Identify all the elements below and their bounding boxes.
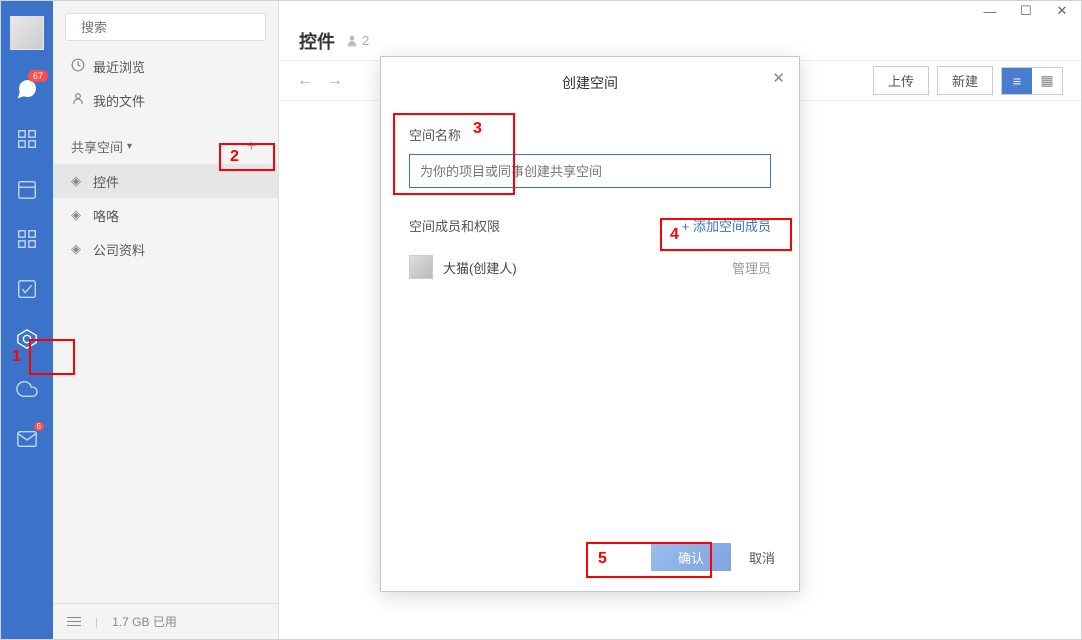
space-name-label: 空间名称 bbox=[409, 125, 771, 144]
nav-my-files[interactable]: 我的文件 bbox=[53, 83, 278, 117]
member-count[interactable]: 2 bbox=[345, 33, 369, 48]
cloud-icon[interactable] bbox=[16, 378, 38, 400]
member-role: 管理员 bbox=[732, 258, 771, 277]
upload-button[interactable]: 上传 bbox=[873, 66, 929, 95]
mail-icon[interactable]: 6 bbox=[16, 428, 38, 450]
shared-space-title: 共享空间 bbox=[71, 137, 123, 156]
confirm-button[interactable]: 确认 bbox=[651, 543, 731, 571]
member-row: 大猫(创建人) 管理员 bbox=[409, 249, 771, 285]
workbench-icon[interactable] bbox=[16, 128, 38, 150]
search-icon bbox=[74, 20, 75, 34]
create-space-dialog: 创建空间 ✕ 空间名称 空间成员和权限 + 添加空间成员 大猫(创建人) 管理员… bbox=[380, 56, 800, 592]
maximize-button[interactable]: ☐ bbox=[1019, 3, 1033, 19]
minimize-button[interactable]: — bbox=[983, 4, 997, 19]
sidebar-item-company[interactable]: ◈ 公司资料 bbox=[53, 232, 278, 266]
nav-rail: 67 6 bbox=[1, 1, 53, 639]
drive-icon[interactable] bbox=[16, 328, 38, 350]
chevron-down-icon: ▾ bbox=[127, 141, 132, 152]
create-button[interactable]: 新建 bbox=[937, 66, 993, 95]
sidebar-item-gege[interactable]: ◈ 咯咯 bbox=[53, 198, 278, 232]
dialog-close-button[interactable]: ✕ bbox=[772, 69, 785, 87]
sidebar-item-label: 咯咯 bbox=[93, 206, 119, 225]
person-icon bbox=[71, 92, 85, 109]
view-toggle: ≡ ▦ bbox=[1001, 67, 1063, 95]
nav-recent-label: 最近浏览 bbox=[93, 57, 145, 76]
shared-space-header[interactable]: 共享空间 ▾ + bbox=[53, 129, 278, 164]
nav-my-files-label: 我的文件 bbox=[93, 91, 145, 110]
window-controls: — ☐ ✕ bbox=[279, 1, 1081, 21]
sidebar-footer: | 1.7 GB 已用 bbox=[53, 603, 278, 639]
search-box[interactable] bbox=[65, 13, 266, 41]
close-button[interactable]: ✕ bbox=[1055, 3, 1069, 19]
storage-text: 1.7 GB 已用 bbox=[112, 613, 177, 630]
sidebar-item-kongjian[interactable]: ◈ 控件 bbox=[53, 164, 278, 198]
nav-recent[interactable]: 最近浏览 bbox=[53, 49, 278, 83]
grid-view-button[interactable]: ▦ bbox=[1032, 68, 1062, 94]
add-member-link[interactable]: + 添加空间成员 bbox=[682, 216, 771, 235]
cancel-button[interactable]: 取消 bbox=[749, 548, 775, 567]
search-input[interactable] bbox=[81, 20, 257, 35]
sidebar-item-label: 公司资料 bbox=[93, 240, 145, 259]
file-sidebar: 最近浏览 我的文件 共享空间 ▾ + ◈ 控件 ◈ 咯咯 ◈ 公司资料 bbox=[53, 1, 279, 639]
member-avatar bbox=[409, 255, 433, 279]
dialog-header: 创建空间 ✕ bbox=[381, 57, 799, 105]
content-header: 控件 2 bbox=[279, 21, 1081, 61]
space-name-input[interactable] bbox=[409, 154, 771, 188]
cube-icon: ◈ bbox=[71, 173, 85, 189]
cube-icon: ◈ bbox=[71, 207, 85, 223]
menu-icon[interactable] bbox=[67, 617, 81, 626]
sidebar-item-label: 控件 bbox=[93, 172, 119, 191]
list-view-button[interactable]: ≡ bbox=[1002, 68, 1032, 94]
apps-icon[interactable] bbox=[16, 228, 38, 250]
mail-badge: 6 bbox=[34, 422, 44, 431]
members-label: 空间成员和权限 bbox=[409, 216, 500, 235]
add-space-button[interactable]: + bbox=[243, 138, 260, 156]
docs-icon[interactable] bbox=[16, 278, 38, 300]
member-name: 大猫(创建人) bbox=[443, 258, 517, 277]
back-button[interactable]: ← bbox=[297, 72, 313, 90]
cube-icon: ◈ bbox=[71, 241, 85, 257]
chat-icon[interactable]: 67 bbox=[16, 78, 38, 100]
forward-button[interactable]: → bbox=[327, 72, 343, 90]
page-title: 控件 bbox=[299, 28, 335, 54]
chat-badge: 67 bbox=[28, 70, 48, 82]
user-avatar[interactable] bbox=[10, 16, 44, 50]
dialog-title: 创建空间 bbox=[562, 75, 618, 91]
clock-icon bbox=[71, 58, 85, 75]
calendar-icon[interactable] bbox=[16, 178, 38, 200]
